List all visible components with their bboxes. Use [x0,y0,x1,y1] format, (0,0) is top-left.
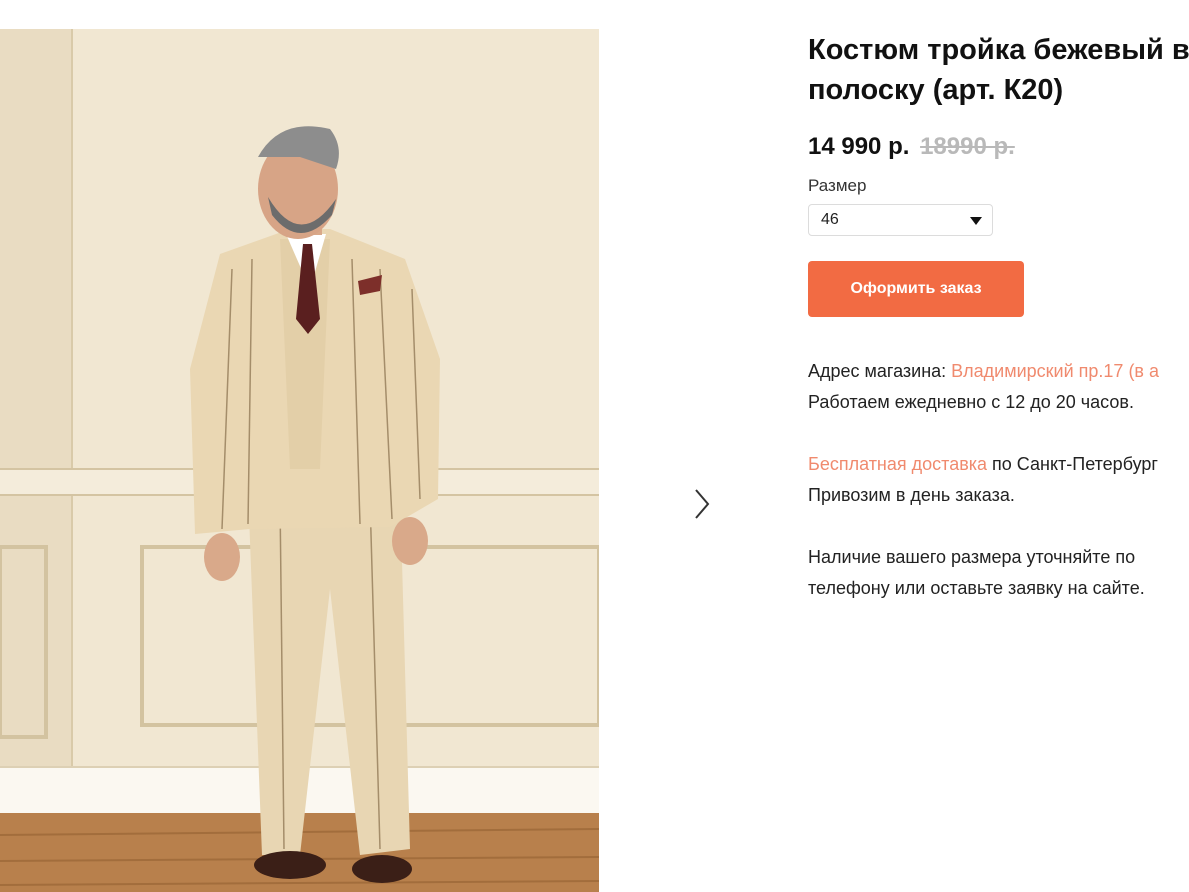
product-page: Костюм тройка бежевый в полоску (арт. К2… [0,0,1189,892]
delivery-line: Бесплатная доставка по Санкт-Петербург [808,449,1189,480]
size-select-value: 46 [821,211,839,228]
size-label: Размер [808,176,867,195]
product-photo[interactable] [0,29,599,892]
product-title-line1: Костюм тройка бежевый в [808,34,1189,66]
availability-line2: телефону или оставьте заявку на сайте. [808,578,1145,598]
delivery-info: Бесплатная доставка по Санкт-Петербург П… [808,449,1189,511]
store-hours: Работаем ежедневно с 12 до 20 часов. [808,392,1134,412]
availability-info: Наличие вашего размера уточняйте по теле… [808,542,1189,604]
delivery-note: Привозим в день заказа. [808,485,1015,505]
availability-line1: Наличие вашего размера уточняйте по [808,547,1136,567]
price-old: 18990 р. [920,133,1015,160]
product-info: Костюм тройка бежевый в полоску (арт. К2… [808,30,1189,604]
price-current: 14 990 р. [808,133,910,160]
store-address-link[interactable]: Владимирский пр.17 (в а [951,361,1159,381]
price-row: 14 990 р. 18990 р. [808,131,1189,163]
chevron-right-icon [695,489,710,519]
size-select[interactable]: 46 [808,204,993,236]
store-address: Адрес магазина: Владимирский пр.17 (в а [808,356,1189,387]
store-address-label: Адрес магазина: [808,361,952,381]
store-info: Адрес магазина: Владимирский пр.17 (в а … [808,356,1189,418]
order-button[interactable]: Оформить заказ [808,261,1024,317]
product-title-line2: полоску (арт. К20) [808,74,1064,106]
delivery-rest: по Санкт-Петербург [987,454,1158,474]
caret-down-icon [970,217,982,225]
next-image-button[interactable] [688,486,716,522]
delivery-link[interactable]: Бесплатная доставка [808,454,987,474]
product-title: Костюм тройка бежевый в полоску (арт. К2… [808,30,1189,110]
